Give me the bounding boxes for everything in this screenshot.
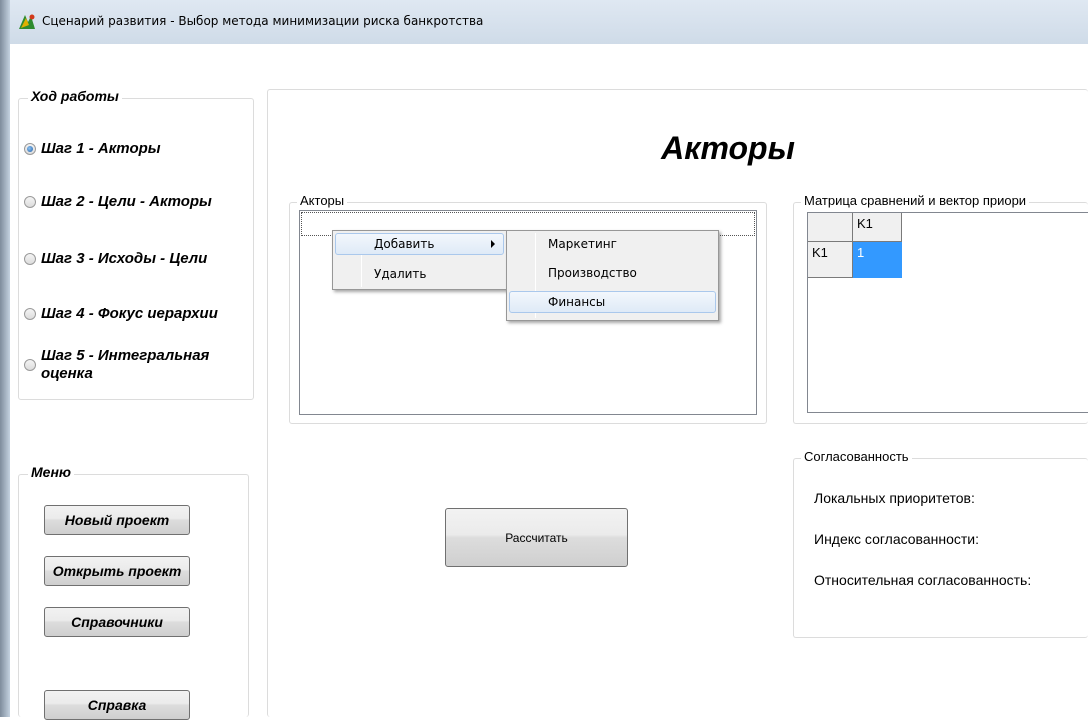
step-3-label: Шаг 3 - Исходы - Цели <box>41 250 208 267</box>
matrix-corner-cell <box>808 213 853 242</box>
references-button[interactable]: Справочники <box>44 607 190 637</box>
comparison-matrix[interactable]: K1 K1 1 <box>807 212 1088 413</box>
radio-icon[interactable] <box>24 307 36 320</box>
step-1-radio[interactable]: Шаг 1 - Акторы <box>24 140 161 157</box>
step-2-label: Шаг 2 - Цели - Акторы <box>41 193 212 210</box>
menu-legend: Меню <box>28 464 75 480</box>
step-4-radio[interactable]: Шаг 4 - Фокус иерархии <box>24 305 218 322</box>
submenu-item-production[interactable]: Производство <box>509 262 716 284</box>
new-project-button[interactable]: Новый проект <box>44 505 190 535</box>
submenu: Маркетинг Производство Финансы <box>506 230 719 321</box>
page-title: Акторы <box>661 130 795 166</box>
matrix-column-header[interactable]: K1 <box>853 213 902 242</box>
radio-icon[interactable] <box>24 195 36 208</box>
progress-legend: Ход работы <box>28 88 122 104</box>
actors-legend: Акторы <box>297 193 348 208</box>
window-border <box>0 0 10 717</box>
submenu-item-label: Производство <box>548 266 637 280</box>
submenu-item-label: Финансы <box>548 295 606 309</box>
consistency-index-label: Индекс согласованности: <box>814 531 979 547</box>
step-4-label: Шаг 4 - Фокус иерархии <box>41 305 218 322</box>
radio-selected-icon[interactable] <box>24 142 36 155</box>
consistency-group <box>793 458 1088 638</box>
submenu-item-marketing[interactable]: Маркетинг <box>509 233 716 255</box>
submenu-item-label: Маркетинг <box>548 237 617 251</box>
context-menu: Добавить Удалить <box>332 230 507 290</box>
window-title: Сценарий развития - Выбор метода минимиз… <box>42 14 484 28</box>
help-button[interactable]: Справка <box>44 690 190 720</box>
open-project-button[interactable]: Открыть проект <box>44 556 190 586</box>
step-2-radio[interactable]: Шаг 2 - Цели - Акторы <box>24 193 212 210</box>
menu-item-delete[interactable]: Удалить <box>335 263 504 285</box>
step-5-label: Шаг 5 - Интегральная оценка <box>41 347 210 382</box>
relative-consistency-label: Относительная согласованность: <box>814 572 1032 588</box>
menu-item-add-label: Добавить <box>374 237 435 251</box>
submenu-arrow-icon <box>491 240 495 248</box>
local-priorities-label: Локальных приоритетов: <box>814 490 975 506</box>
matrix-cell-selected[interactable]: 1 <box>853 242 902 278</box>
matrix-legend: Матрица сравнений и вектор приори <box>801 193 1030 208</box>
app-logo-icon <box>17 12 37 32</box>
radio-icon[interactable] <box>24 359 36 371</box>
radio-icon[interactable] <box>24 252 36 265</box>
step-5-radio[interactable]: Шаг 5 - Интегральная оценка <box>24 347 251 383</box>
menu-item-delete-label: Удалить <box>374 267 427 281</box>
matrix-row-header[interactable]: K1 <box>808 242 853 278</box>
menu-item-add[interactable]: Добавить <box>335 233 504 255</box>
consistency-legend: Согласованность <box>801 449 912 464</box>
step-1-label: Шаг 1 - Акторы <box>41 140 161 157</box>
submenu-item-finance[interactable]: Финансы <box>509 291 716 313</box>
step-3-radio[interactable]: Шаг 3 - Исходы - Цели <box>24 250 207 267</box>
calculate-button[interactable]: Рассчитать <box>445 508 628 567</box>
